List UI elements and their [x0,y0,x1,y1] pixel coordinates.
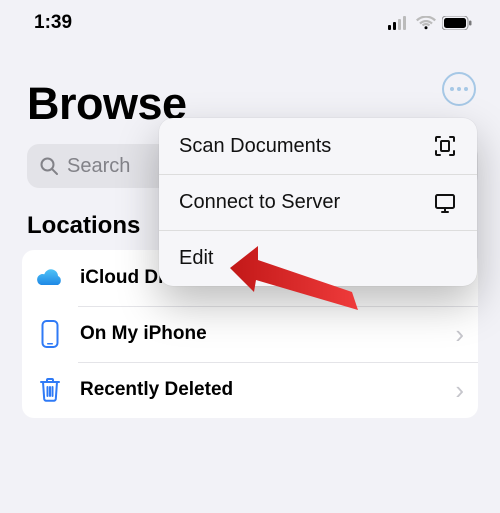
trash-icon [34,374,66,406]
list-item-label: Recently Deleted [80,379,441,401]
signal-icon [388,16,410,30]
wifi-icon [416,16,436,30]
server-icon [433,192,457,214]
menu-item-label: Scan Documents [179,135,331,158]
status-time: 1:39 [34,12,72,34]
chevron-right-icon: › [455,319,464,350]
menu-item-edit[interactable]: Edit [159,230,477,286]
menu-item-connect-to-server[interactable]: Connect to Server [159,174,477,230]
context-menu: Scan Documents Connect to Server Edit [159,118,477,286]
status-bar: 1:39 [0,0,500,42]
status-indicators [388,16,472,30]
chevron-right-icon: › [455,375,464,406]
iphone-icon [34,318,66,350]
ellipsis-icon [450,87,468,91]
battery-icon [442,16,472,30]
menu-item-label: Edit [179,247,213,270]
list-item-label: On My iPhone [80,323,441,345]
search-placeholder: Search [67,155,130,178]
more-button[interactable] [442,72,476,106]
list-item-on-my-iphone[interactable]: On My iPhone › [22,306,478,362]
menu-item-scan-documents[interactable]: Scan Documents [159,118,477,174]
list-item-recently-deleted[interactable]: Recently Deleted › [22,362,478,418]
menu-item-label: Connect to Server [179,191,340,214]
cloud-icon [34,262,66,294]
search-icon [39,156,59,176]
scan-icon [433,134,457,158]
